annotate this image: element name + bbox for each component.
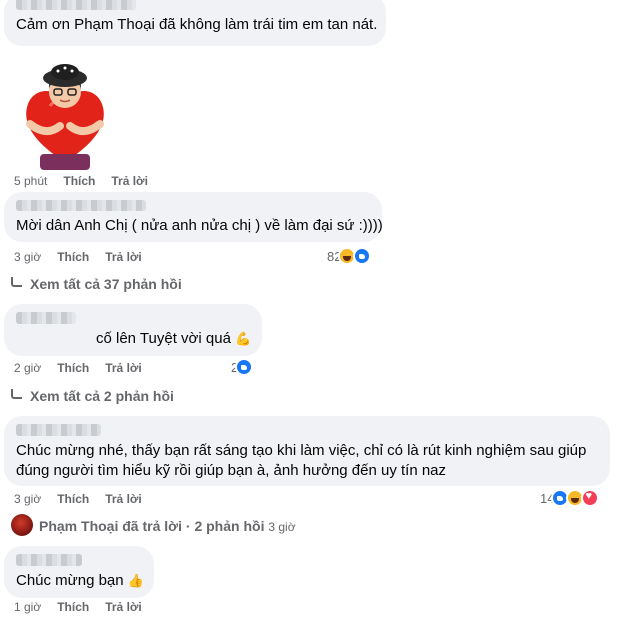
like-link[interactable]: Thích	[57, 361, 89, 375]
comment-text-line-1: Chúc mừng nhé, thấy bạn rất sáng tạo khi…	[16, 442, 587, 459]
like-icon	[235, 358, 254, 376]
comment-text: Chúc mừng bạn	[16, 572, 124, 589]
comment-bubble: Chúc mừng bạn 👍	[4, 546, 154, 598]
reply-arrow-icon	[11, 277, 22, 287]
comment-text: Cảm ơn Phạm Thoại đã không làm trái tim …	[16, 16, 378, 33]
reply-link[interactable]: Trả lời	[111, 174, 148, 188]
comment-meta: 5 phút Thích Trả lời	[14, 174, 164, 188]
redacted-author-name[interactable]	[16, 554, 82, 566]
sticker-heart-hug	[26, 64, 104, 170]
comment-time: 2 giờ	[14, 361, 42, 375]
view-replies-link[interactable]: Xem tất cả 37 phản hồi	[11, 276, 182, 292]
comment-time: 3 giờ	[14, 250, 42, 264]
redacted-author-name[interactable]	[16, 312, 76, 324]
comment-text-row: cố lên Tuyệt vời quá 💪	[16, 329, 252, 349]
comment-time: 5 phút	[14, 174, 48, 188]
reply-time: 3 giờ	[268, 520, 296, 534]
thumbs-up-emoji: 👍	[127, 573, 144, 588]
like-link[interactable]: Thích	[63, 174, 95, 188]
love-icon	[581, 489, 600, 507]
view-replies-label: Xem tất cả 37 phản hồi	[30, 276, 182, 292]
comment-meta: 3 giờ Thích Trả lời	[14, 492, 158, 506]
comment-bubble: Cảm ơn Phạm Thoại đã không làm trái tim …	[4, 0, 386, 46]
comment-bubble: Chúc mừng nhé, thấy bạn rất sáng tạo khi…	[4, 416, 610, 486]
reactions-summary[interactable]: 82	[327, 247, 372, 265]
like-link[interactable]: Thích	[57, 600, 89, 614]
author-name: Phạm Thoại	[39, 518, 119, 534]
comment-text: cố lên Tuyệt vời quá	[96, 330, 231, 347]
comment-bubble: cố lên Tuyệt vời quá 💪	[4, 304, 262, 356]
separator-dot: ·	[185, 518, 191, 534]
redacted-author-name[interactable]	[16, 200, 146, 211]
comment-meta: 2 giờ Thích Trả lời	[14, 361, 158, 375]
like-link[interactable]: Thích	[57, 492, 89, 506]
like-icon	[353, 247, 372, 265]
reply-link[interactable]: Trả lời	[105, 250, 142, 264]
redacted-author-name[interactable]	[16, 0, 136, 10]
like-link[interactable]: Thích	[57, 250, 89, 264]
comment-text: Mời dân Anh Chị ( nửa anh nửa chị ) về l…	[16, 217, 383, 234]
reply-link[interactable]: Trả lời	[105, 361, 142, 375]
reply-link[interactable]: Trả lời	[105, 492, 142, 506]
avatar[interactable]	[11, 514, 33, 536]
comment-text-row: Chúc mừng bạn 👍	[16, 571, 144, 591]
view-replies-link[interactable]: Xem tất cả 2 phản hồi	[11, 388, 174, 404]
reply-count: 2 phản hồi	[194, 518, 265, 534]
comment-bubble: Mời dân Anh Chị ( nửa anh nửa chị ) về l…	[4, 192, 383, 242]
reactions-summary[interactable]: 2	[231, 358, 254, 376]
flexed-biceps-emoji: 💪	[235, 331, 252, 346]
reply-arrow-icon	[11, 389, 22, 399]
comment-meta: 1 giờ Thích Trả lời	[14, 600, 158, 614]
comment-time: 3 giờ	[14, 492, 42, 506]
reply-link[interactable]: Trả lời	[105, 600, 142, 614]
redacted-author-name[interactable]	[16, 424, 101, 436]
author-replied-link[interactable]: Phạm Thoại đã trả lời · 2 phản hồi 3 giờ	[39, 518, 296, 534]
comment-meta: 3 giờ Thích Trả lời	[14, 250, 158, 264]
reactions-summary[interactable]: 14	[540, 489, 600, 507]
comment-text-line-2: đúng người tìm hiểu kỹ rồi giúp bạn à, ả…	[16, 462, 447, 479]
author-action: đã trả lời	[122, 518, 182, 534]
view-replies-label: Xem tất cả 2 phản hồi	[30, 388, 174, 404]
comment-time: 1 giờ	[14, 600, 42, 614]
